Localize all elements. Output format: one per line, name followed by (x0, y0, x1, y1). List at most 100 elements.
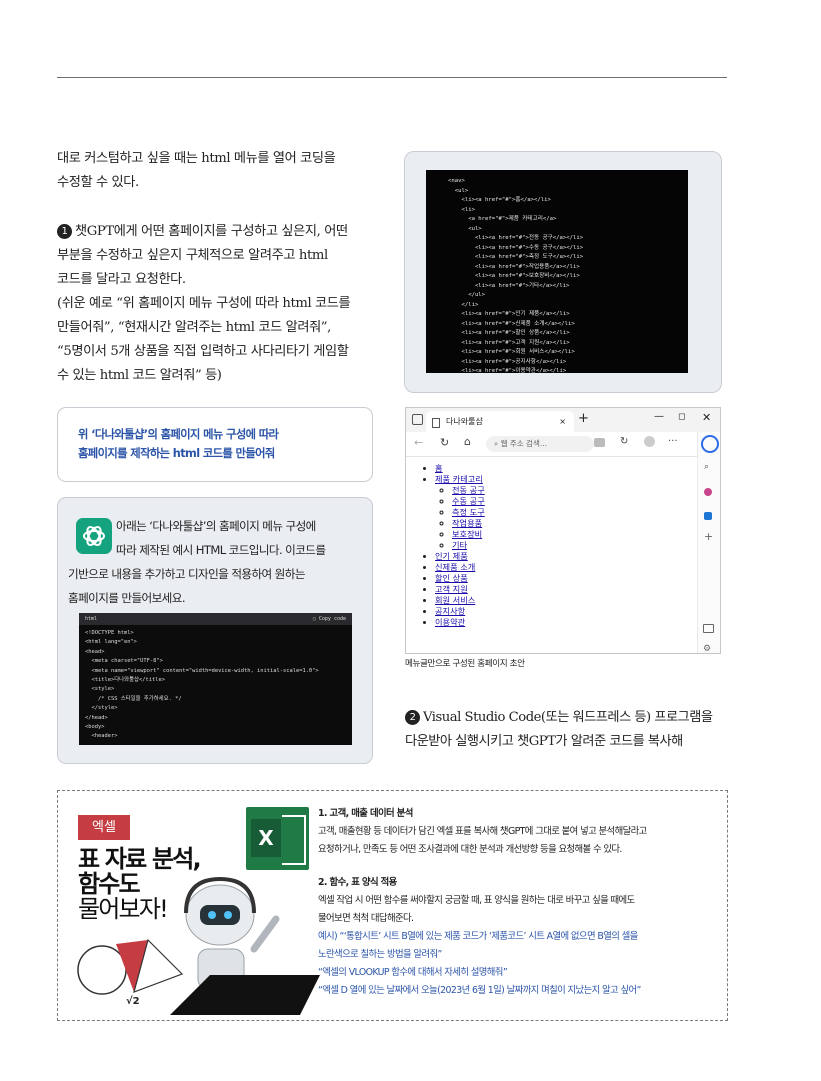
text-line: 수정할 수 있다. (57, 175, 139, 190)
submenu-item: 측정 도구 (452, 507, 694, 518)
submenu-link[interactable]: 측정 도구 (452, 507, 485, 517)
submenu-item: 작업용품 (452, 518, 694, 529)
submenu-item: 보호장비 (452, 529, 694, 540)
top-rule (57, 77, 727, 78)
submenu-link[interactable]: 작업용품 (452, 518, 482, 528)
search-icon[interactable]: ⌕ (704, 462, 709, 472)
code-line: <style> (85, 686, 115, 693)
browser-window: 다나와툴샵 × + — ◻ ✕ ← ↻ ⌂ ⌕ 웹 주소 검색... ↻ ···… (405, 407, 721, 654)
text-line: (쉬운 예로 “위 홈페이지 메뉴 구성에 따라 html 코드를 (57, 296, 351, 311)
answer-line: 따라 제작된 예시 HTML 코드입니다. 이코드를 (116, 543, 326, 557)
minimize-icon[interactable]: — (654, 411, 664, 422)
step2-line: Visual Studio Code(또는 워드프레스 등) 프로그램을 (423, 710, 713, 725)
submenu-link[interactable]: 보호장비 (452, 529, 482, 539)
section2-title: 2. 함수, 표 양식 적용 (318, 877, 397, 888)
browser-tab[interactable]: 다나와툴샵 × (426, 411, 574, 432)
text-line: 1 챗GPT에게 어떤 홈페이지를 구성하고 싶은지, 어떤 (57, 220, 387, 244)
settings-icon[interactable]: ⚙ (703, 644, 711, 653)
code-block: html ▢ Copy code <!DOCTYPE html> <html la… (79, 613, 352, 745)
code-line: <li><a href="#">신제품 소개</a></li> (448, 320, 575, 327)
outlook-icon[interactable] (704, 512, 712, 520)
code-line: </style> (85, 705, 118, 712)
chatgpt-answer-box: 아래는 ‘다나와툴샵’의 홈페이지 메뉴 구성에 따라 제작된 예시 HTML … (57, 497, 373, 764)
code-line: <li> (448, 206, 475, 213)
menu-link[interactable]: 할인 상품 (435, 573, 468, 583)
menu-item: 인기 제품 (435, 551, 694, 562)
excel-tip-content: 1. 고객, 매출 데이터 분석 고객, 매출현황 등 데이터가 담긴 엑셀 표… (318, 805, 718, 1000)
text-line: 만들어줘”, “현재시간 알려주는 html 코드 알려줘”, (57, 320, 331, 335)
menu-link[interactable]: 이용약관 (435, 617, 465, 627)
copy-code-label: Copy code (318, 616, 346, 622)
sidebar-toggle-icon[interactable] (703, 624, 714, 633)
bing-icon[interactable] (701, 435, 719, 453)
profile-avatar[interactable] (644, 436, 655, 447)
submenu-link[interactable]: 수동 공구 (452, 496, 485, 506)
text-line: 부분을 수정하고 싶은지 구체적으로 알려주고 html (57, 248, 328, 263)
menu-link[interactable]: 고객 지원 (435, 584, 468, 594)
maximize-icon[interactable]: ◻ (678, 412, 685, 422)
menu-link[interactable]: 회원 서비스 (435, 595, 475, 605)
code-line: <header> (85, 733, 118, 740)
homepage-menu: 홈제품 카테고리전동 공구수동 공구측정 도구작업용품보호장비기타인기 제품신제… (424, 463, 694, 628)
sync-icon[interactable]: ↻ (620, 436, 628, 447)
code-line: <li><a href="#">회원 서비스</a></li> (448, 349, 575, 355)
menu-item: 공지사항 (435, 606, 694, 617)
copy-code-button[interactable]: ▢ Copy code (313, 613, 346, 625)
code-line: <a href="#">제품 카테고리</a> (448, 216, 557, 222)
prompt-line: 위 ‘다나와툴샵’의 홈페이지 메뉴 구성에 따라 (78, 428, 279, 441)
code-line: <title>다나와툴샵</title> (85, 677, 165, 684)
text-line: 코드를 달라고 요청한다. (57, 272, 186, 287)
code-line: <li><a href="#">공지사항</a></li> (448, 358, 567, 365)
prompt-box: 위 ‘다나와툴샵’의 홈페이지 메뉴 구성에 따라 홈페이지를 제작하는 htm… (57, 407, 373, 482)
shopping-icon[interactable] (704, 488, 712, 496)
text-line: 다운받아 실행시키고 챗GPT가 알려준 코드를 복사해 (405, 734, 683, 749)
refresh-icon[interactable]: ↻ (440, 436, 449, 449)
back-icon[interactable]: ← (414, 436, 423, 449)
submenu-link[interactable]: 전동 공구 (452, 485, 485, 495)
menu-link[interactable]: 신제품 소개 (435, 562, 475, 572)
text-line: “5명이서 5개 상품을 직접 입력하고 사다리타기 게임할 (57, 344, 349, 359)
menu-link[interactable]: 인기 제품 (435, 551, 468, 561)
tab-close-icon[interactable]: × (559, 411, 566, 432)
page-icon (432, 418, 440, 428)
submenu-link[interactable]: 기타 (452, 540, 467, 550)
code-line: <li><a href="#">이용약관</a></li> (448, 368, 567, 373)
code-line: /* CSS 스타일을 추가하세요. */ (85, 695, 182, 702)
text-line: 대로 커스텀하고 싶을 때는 html 메뉴를 열어 코딩을 (57, 151, 336, 166)
example-line: 예시) “‘통합시트’ 시트 B열에 있는 제품 코드가 ‘제품코드’ 시트 A… (318, 931, 638, 942)
more-icon[interactable]: ··· (668, 436, 678, 447)
menu-item: 신제품 소개 (435, 562, 694, 573)
step1-line: 챗GPT에게 어떤 홈페이지를 구성하고 싶은지, 어떤 (75, 224, 348, 239)
code-block-header: html ▢ Copy code (79, 613, 352, 625)
browser-sidebar: ⌕ + ⚙ (697, 432, 720, 653)
menu-item: 제품 카테고리전동 공구수동 공구측정 도구작업용품보호장비기타 (435, 474, 694, 551)
intro-paragraph: 대로 커스텀하고 싶을 때는 html 메뉴를 열어 코딩을 수정할 수 있다. (57, 147, 377, 195)
code-line: <nav> (448, 178, 465, 184)
prompt-line: 홈페이지를 제작하는 html 코드를 만들어줘 (78, 447, 275, 460)
address-placeholder: 웹 주소 검색... (500, 439, 548, 448)
code-line: <meta charset="UTF-8"> (85, 658, 163, 665)
code-line: <head> (85, 648, 105, 655)
menu-link[interactable]: 홈 (435, 463, 443, 473)
menu-item: 고객 지원 (435, 584, 694, 595)
excel-grid (282, 815, 306, 865)
code-line: <ul> (448, 187, 469, 194)
address-input[interactable]: ⌕ 웹 주소 검색... (486, 436, 594, 452)
code-line: <ul> (448, 225, 482, 232)
close-window-icon[interactable]: ✕ (702, 411, 711, 424)
tab-bar: 다나와툴샵 × + — ◻ ✕ (406, 408, 720, 432)
menu-link[interactable]: 공지사항 (435, 606, 465, 616)
example-line: “엑셀의 VLOOKUP 함수에 대해서 자세히 설명해줘” (318, 967, 508, 978)
submenu-item: 수동 공구 (452, 496, 694, 507)
submenu-list: 전동 공구수동 공구측정 도구작업용품보호장비기타 (435, 485, 694, 551)
tab-actions-icon[interactable] (412, 414, 423, 425)
add-icon[interactable]: + (704, 530, 713, 543)
text-line: 수 있는 html 코드 알려줘” 등) (57, 368, 222, 383)
menu-link[interactable]: 제품 카테고리 (435, 474, 483, 484)
robot-eye-left (208, 911, 216, 919)
section2-line: 물어보면 척척 대답해준다. (318, 913, 414, 924)
example-line: “엑셀 D 열에 있는 날짜에서 오늘(2023년 6월 1일) 날짜까지 며칠… (318, 985, 641, 996)
home-icon[interactable]: ⌂ (464, 435, 471, 448)
app-icon[interactable] (594, 438, 605, 447)
new-tab-button[interactable]: + (578, 411, 589, 426)
